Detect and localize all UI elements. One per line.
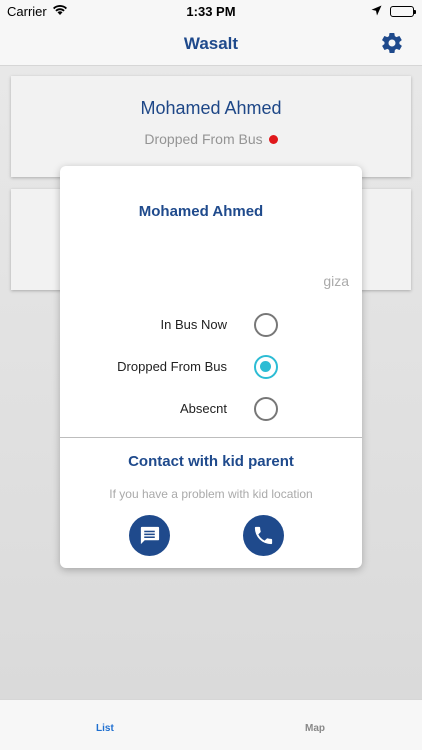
clock: 1:33 PM <box>186 4 236 19</box>
kid-status-dialog: Mohamed Ahmed giza In Bus Now Dropped Fr… <box>60 166 362 568</box>
status-bar: Carrier 1:33 PM <box>0 0 422 22</box>
option-label: In Bus Now <box>160 317 227 332</box>
navigation-bar: Wasalt <box>0 22 422 66</box>
message-icon <box>140 526 160 545</box>
tab-map[interactable]: Map <box>305 723 325 734</box>
gear-icon[interactable] <box>380 31 404 55</box>
dialog-kid-name: Mohamed Ahmed <box>138 203 264 220</box>
option-dropped-from-bus[interactable]: Dropped From Bus <box>60 352 362 382</box>
dialog-kid-area: giza <box>323 273 349 289</box>
radio-button[interactable] <box>254 397 278 421</box>
phone-icon <box>254 526 273 545</box>
battery-icon <box>390 6 416 17</box>
contact-title: Contact with kid parent <box>128 453 294 470</box>
message-parent-button[interactable] <box>129 515 170 556</box>
location-arrow-icon <box>371 4 382 19</box>
tab-bar: List Map <box>0 699 422 750</box>
call-parent-button[interactable] <box>243 515 284 556</box>
option-label: Absecnt <box>180 401 227 416</box>
contact-hint: If you have a problem with kid location <box>109 487 313 501</box>
option-absent[interactable]: Absecnt <box>60 394 362 424</box>
radio-button[interactable] <box>254 313 278 337</box>
page-title: Wasalt <box>183 34 239 53</box>
option-label: Dropped From Bus <box>117 359 227 374</box>
radio-button-selected[interactable] <box>254 355 278 379</box>
divider <box>60 437 362 438</box>
option-in-bus-now[interactable]: In Bus Now <box>60 310 362 340</box>
tab-list[interactable]: List <box>96 723 114 734</box>
